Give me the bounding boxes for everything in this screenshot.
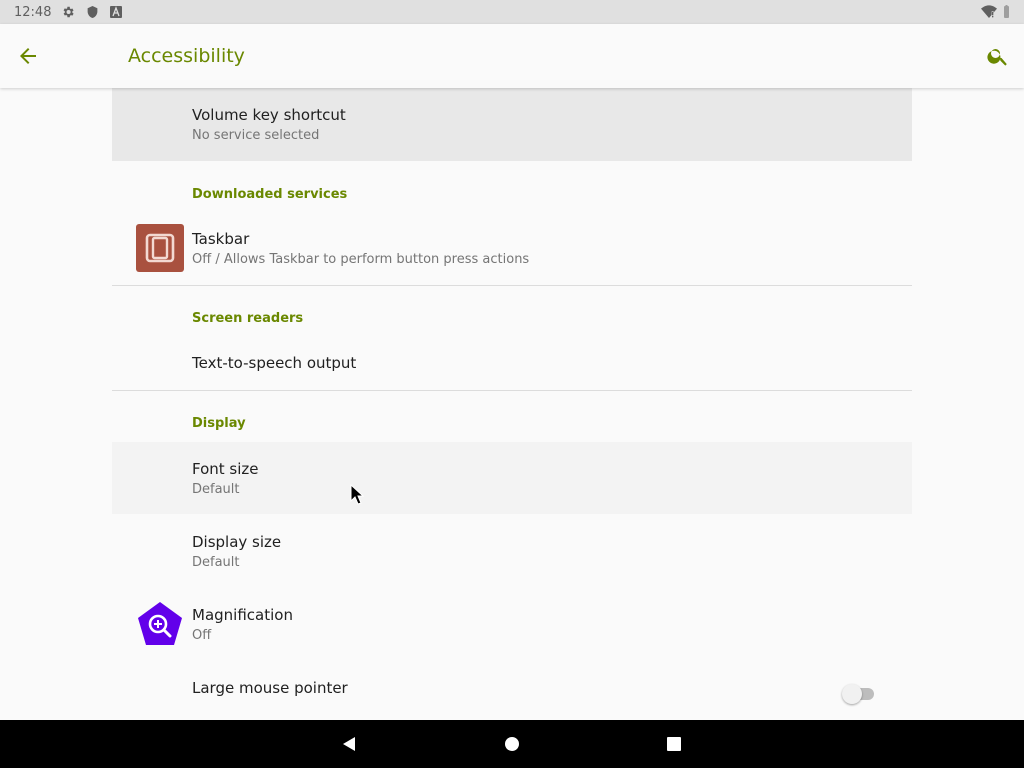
- item-title: Taskbar: [192, 230, 250, 248]
- switch-thumb: [842, 684, 862, 704]
- magnification-icon: [136, 600, 184, 648]
- font-size-item[interactable]: Font size Default: [112, 442, 912, 514]
- status-time: 12:48: [14, 4, 52, 20]
- divider: [112, 390, 912, 391]
- volume-key-shortcut-item[interactable]: Volume key shortcut No service selected: [112, 88, 912, 161]
- wifi-icon: [981, 4, 997, 23]
- large-mouse-pointer-switch[interactable]: [842, 683, 876, 704]
- page-title: Accessibility: [128, 45, 245, 67]
- item-summary: No service selected: [192, 128, 320, 143]
- divider: [112, 285, 912, 286]
- magnification-item[interactable]: Magnification Off: [112, 588, 912, 660]
- item-summary: Off: [192, 628, 212, 643]
- shield-icon: [85, 5, 99, 19]
- item-title: Volume key shortcut: [192, 106, 346, 124]
- navigation-bar: [0, 720, 1024, 768]
- item-title: Display size: [192, 533, 282, 551]
- taskbar-item[interactable]: Taskbar Off / Allows Taskbar to perform …: [112, 212, 912, 284]
- category-screen-readers: Screen readers: [192, 311, 304, 326]
- item-summary: Default: [192, 555, 240, 570]
- search-icon[interactable]: [986, 44, 1010, 68]
- item-title: Text-to-speech output: [192, 354, 357, 372]
- item-summary: Default: [192, 482, 240, 497]
- display-size-item[interactable]: Display size Default: [112, 515, 912, 587]
- keyboard-a-icon: [109, 5, 123, 19]
- battery-icon: [1003, 4, 1010, 23]
- recents-square-icon[interactable]: [664, 734, 684, 754]
- category-display: Display: [192, 416, 246, 431]
- item-title: Large mouse pointer: [192, 679, 348, 697]
- arrow-left-icon[interactable]: [16, 44, 40, 68]
- text-to-speech-item[interactable]: Text-to-speech output: [112, 338, 912, 390]
- item-summary: Off / Allows Taskbar to perform button p…: [192, 252, 530, 267]
- mouse-cursor-icon: [350, 483, 366, 506]
- back-triangle-icon[interactable]: [339, 734, 359, 754]
- status-bar: 12:48: [0, 0, 1024, 24]
- app-bar: Accessibility: [0, 24, 1024, 88]
- home-circle-icon[interactable]: [502, 734, 522, 754]
- taskbar-app-icon: [136, 224, 184, 272]
- settings-list: Volume key shortcut No service selected …: [112, 88, 912, 720]
- item-title: Font size: [192, 460, 259, 478]
- item-title: Magnification: [192, 606, 293, 624]
- gear-icon: [61, 5, 75, 19]
- large-mouse-pointer-item[interactable]: Large mouse pointer: [112, 661, 912, 720]
- category-downloaded-services: Downloaded services: [192, 187, 348, 202]
